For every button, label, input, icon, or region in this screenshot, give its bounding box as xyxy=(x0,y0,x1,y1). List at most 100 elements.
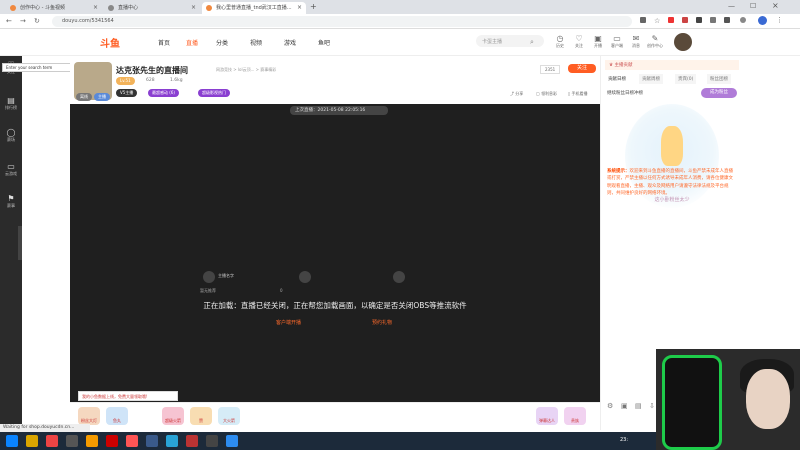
badge-hot[interactable]: 超级影视热门 xyxy=(198,89,230,97)
browser-tab-active[interactable]: 我心里普通直播_tnd武汉工直播... × xyxy=(202,2,306,14)
tab-fans-rank[interactable]: 粉丝团榜 xyxy=(707,74,731,84)
nav-category[interactable]: 分类 xyxy=(216,38,228,47)
match-icon: ◯ xyxy=(6,128,16,137)
close-icon[interactable]: × xyxy=(297,4,302,11)
forward-icon[interactable]: → xyxy=(20,17,26,25)
user-avatar[interactable] xyxy=(674,33,692,51)
search-tooltip: Enter your search term xyxy=(2,63,72,72)
app-icon[interactable] xyxy=(126,435,138,447)
tab-vip[interactable]: 贵宾(0) xyxy=(675,74,697,84)
new-tab-button[interactable]: + xyxy=(310,2,317,11)
app-icon[interactable] xyxy=(166,435,178,447)
client-icon[interactable]: ▭ 客户端 xyxy=(609,34,625,49)
reward-button[interactable]: ▢ 领利息彩 xyxy=(536,91,557,97)
browser-tab[interactable]: 创作中心 - 斗鱼视频 × xyxy=(6,2,102,14)
become-fan-button[interactable]: 成为粉丝 xyxy=(701,88,737,98)
extension-icon[interactable] xyxy=(724,17,730,23)
sidebar-item-cloud-game[interactable]: ▭ 云游戏 xyxy=(0,162,22,177)
close-icon[interactable]: × xyxy=(93,4,98,11)
app-icon[interactable] xyxy=(86,435,98,447)
extension-icon[interactable] xyxy=(696,17,702,23)
maximize-icon[interactable]: ☐ xyxy=(750,2,756,10)
nav-live[interactable]: 直播 xyxy=(186,38,198,47)
gift-tip[interactable]: 我的小鱼数据上线，免费大量领取哦! xyxy=(78,391,178,401)
app-icon[interactable] xyxy=(226,435,238,447)
reserve-gift-link[interactable]: 预约礼物 xyxy=(372,319,392,326)
close-icon[interactable]: × xyxy=(191,4,196,11)
avatar xyxy=(299,271,311,283)
tab-weekly-rank[interactable]: 贡献周榜 xyxy=(639,74,663,84)
follow-button[interactable]: 关注 xyxy=(568,64,596,73)
recommend-thumb[interactable] xyxy=(296,269,392,299)
gift-item[interactable]: 赞 xyxy=(190,407,212,425)
extension-icon[interactable] xyxy=(668,17,674,23)
nav-home[interactable]: 首页 xyxy=(158,38,170,47)
profile-avatar[interactable] xyxy=(758,16,767,25)
level-badge: Lv.51 xyxy=(116,77,135,85)
browser-tab[interactable]: 直播中心 × xyxy=(104,2,200,14)
gift-item[interactable]: 粉丝大灯 xyxy=(78,407,100,425)
tab-label: 创作中心 - 斗鱼视频 xyxy=(20,5,65,11)
extension-icon[interactable] xyxy=(682,17,688,23)
recommend-thumb[interactable]: 主播名字 暂无推荐 0 xyxy=(200,269,296,299)
nav-fishbar[interactable]: 鱼吧 xyxy=(318,38,330,47)
sidebar-item-rank[interactable]: ▤ 排行榜 xyxy=(0,96,22,111)
tab-daily-rank[interactable]: 贡献日榜 xyxy=(605,74,629,84)
breadcrumb[interactable]: 网游竞技 > lol云顶... > 赛事精彩 xyxy=(216,67,276,73)
minimize-icon[interactable]: — xyxy=(728,2,735,10)
image-icon[interactable]: ▣ xyxy=(621,402,628,410)
star-icon[interactable]: ☆ xyxy=(654,17,660,25)
app-icon[interactable] xyxy=(106,435,118,447)
video-player[interactable]: 上次直播：2021-05-08 22:05:16 主播名字 暂无推荐 0 正在加… xyxy=(70,104,600,402)
reload-icon[interactable]: ↻ xyxy=(34,17,40,25)
gear-icon[interactable]: ⚙ xyxy=(607,402,613,410)
explorer-icon[interactable] xyxy=(26,435,38,447)
badge-touch[interactable]: 最超感动 (6) xyxy=(148,89,179,97)
client-live-link[interactable]: 客户端开播 xyxy=(276,319,301,326)
menu-icon[interactable]: ⋮ xyxy=(776,16,783,24)
back-icon[interactable]: ← xyxy=(6,17,12,25)
contribution-header[interactable]: ♛ 主播贡献 xyxy=(605,60,739,70)
sidebar-item-match[interactable]: ◯ 赛场 xyxy=(0,128,22,143)
gift-item[interactable]: 超级火箭 xyxy=(162,407,184,425)
message-icon[interactable]: ✉ 消息 xyxy=(628,34,644,49)
badge-v5[interactable]: V5主播 xyxy=(116,89,138,97)
extension-icon[interactable] xyxy=(740,17,746,23)
window-close-icon[interactable]: × xyxy=(772,1,779,10)
system-message: 系统提示：欢迎来到斗鱼直播的直播间，斗鱼严禁未成年人直播或打赏，严禁主播以任何方… xyxy=(607,169,733,196)
extension-icon[interactable] xyxy=(710,17,716,23)
nav-video[interactable]: 视频 xyxy=(250,38,262,47)
mobile-watch-button[interactable]: ▯ 手机看播 xyxy=(568,91,587,97)
app-icon[interactable] xyxy=(206,435,218,447)
live-icon[interactable]: ▣ 开播 xyxy=(590,34,606,49)
follow-icon[interactable]: ♡ 关注 xyxy=(571,34,587,49)
gift-item[interactable]: 贵族 xyxy=(564,407,586,425)
creator-icon[interactable]: ✎ 创作中心 xyxy=(647,34,663,49)
webcam-overlay xyxy=(656,349,800,450)
last-live-time: 上次直播：2021-05-08 22:05:16 xyxy=(290,106,388,115)
download-icon[interactable]: ⇩ xyxy=(649,402,655,410)
gift-item[interactable]: 鱼丸 xyxy=(106,407,128,425)
filter-icon[interactable]: ▤ xyxy=(635,402,642,410)
history-icon[interactable]: ◷ 历史 xyxy=(552,34,568,49)
sidebar-item-event[interactable]: ⚑ 赛事 xyxy=(0,194,22,209)
chrome-icon[interactable] xyxy=(46,435,58,447)
gaming-chair xyxy=(662,355,722,450)
search-icon[interactable]: ⌕ xyxy=(530,38,534,47)
clock: 23: xyxy=(620,437,629,443)
app-icon[interactable] xyxy=(186,435,198,447)
nav-game[interactable]: 游戏 xyxy=(284,38,296,47)
start-icon[interactable] xyxy=(6,435,18,447)
recommend-thumb[interactable] xyxy=(390,269,486,299)
room-number: 2351 xyxy=(540,65,561,74)
sidebar-collapse-handle[interactable] xyxy=(18,226,22,260)
gift-item[interactable]: 大火箭 xyxy=(218,407,240,425)
share-button[interactable]: ⤴ 分享 xyxy=(510,91,523,97)
gift-item[interactable]: 弹幕达人 xyxy=(536,407,558,425)
cloud-game-icon: ▭ xyxy=(7,162,15,171)
app-icon[interactable] xyxy=(66,435,78,447)
steam-icon[interactable] xyxy=(146,435,158,447)
url-input[interactable]: douyu.com/5341564 xyxy=(52,16,632,27)
translate-icon[interactable] xyxy=(640,17,646,23)
site-logo[interactable]: 斗鱼 xyxy=(100,35,120,50)
